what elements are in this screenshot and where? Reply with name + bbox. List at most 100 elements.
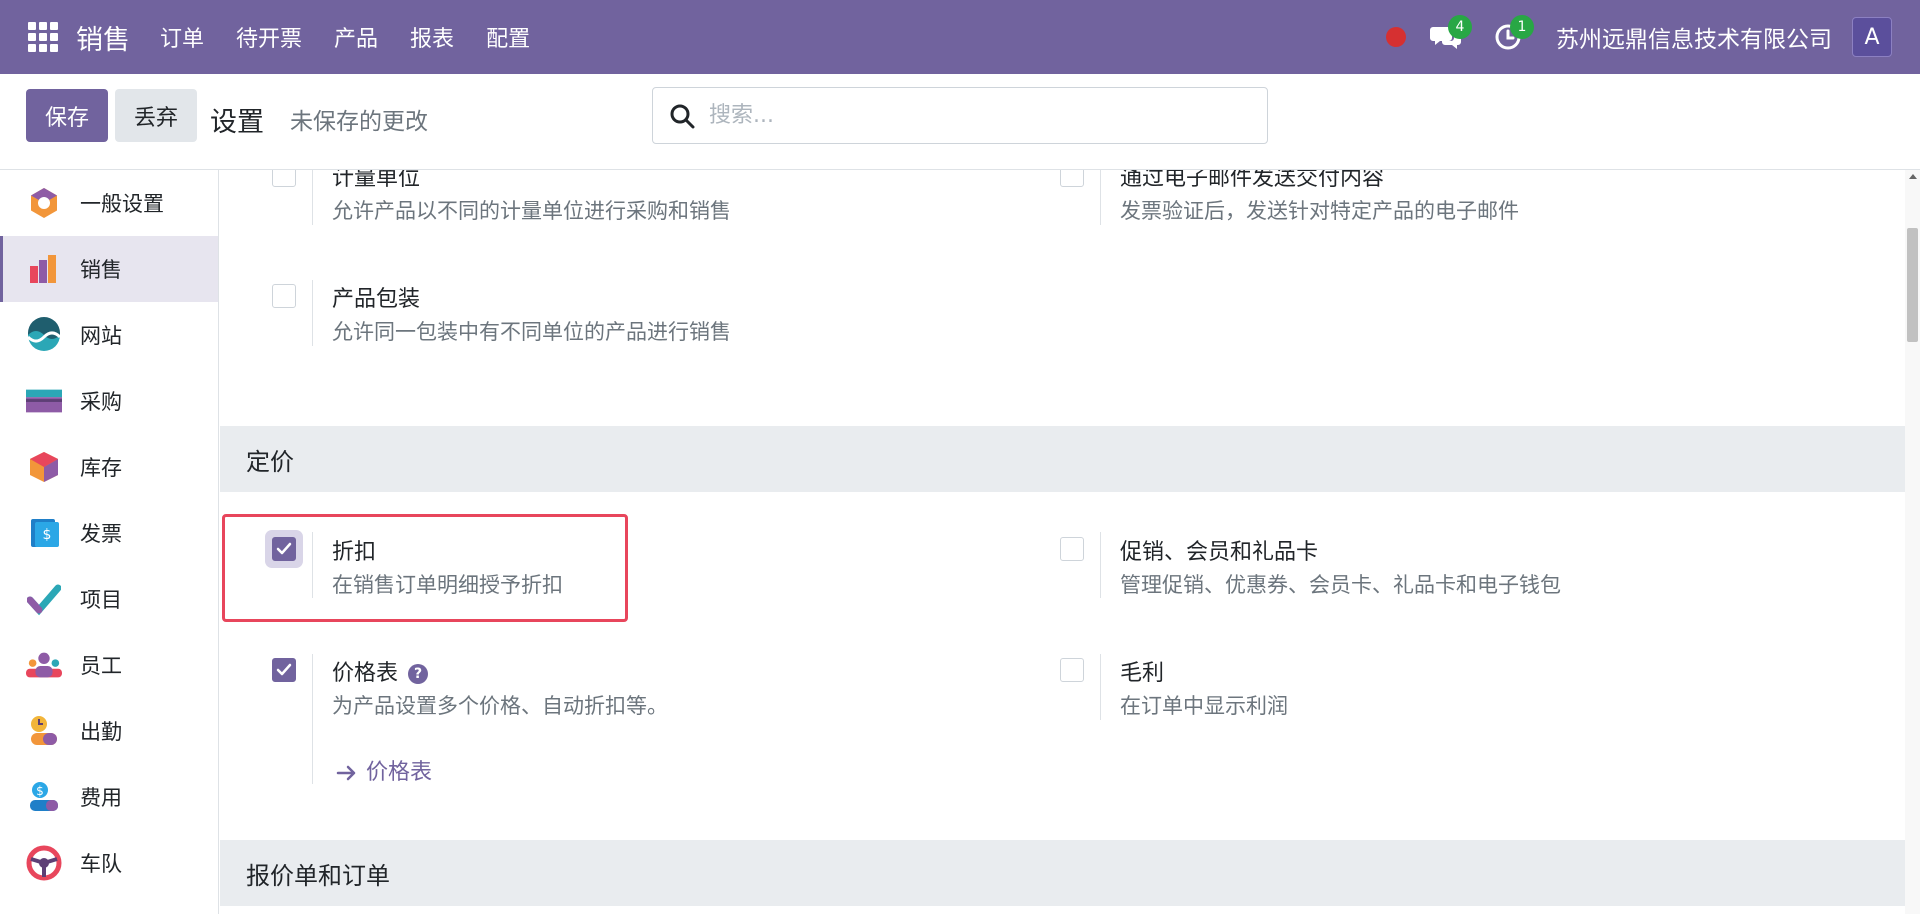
sidebar-item-label: 发票 — [80, 522, 122, 546]
discard-button[interactable]: 丢弃 — [115, 89, 197, 142]
uom-title: 计量单位 — [332, 170, 421, 191]
pricelist-title: 价格表? — [332, 655, 429, 687]
divider — [312, 170, 313, 225]
uom-checkbox[interactable] — [272, 170, 296, 187]
status-dot-icon[interactable] — [1386, 27, 1406, 47]
sidebar-item-label: 销售 — [80, 258, 122, 282]
company-switcher[interactable]: 苏州远鼎信息技术有限公司 — [1556, 20, 1832, 54]
packaging-checkbox[interactable] — [272, 284, 296, 308]
sidebar-item-fleet[interactable]: 车队 — [0, 830, 218, 896]
svg-text:$: $ — [36, 784, 44, 798]
divider — [1100, 654, 1101, 720]
pricelist-description: 为产品设置多个价格、自动折扣等。 — [332, 694, 668, 718]
invoicing-icon: $ — [26, 515, 62, 551]
menu-configuration[interactable]: 配置 — [486, 21, 530, 53]
sales-icon — [26, 251, 62, 287]
sidebar-item-label: 车队 — [80, 852, 122, 876]
sidebar-item-attendance[interactable]: 出勤 — [0, 698, 218, 764]
unsaved-changes-text: 未保存的更改 — [290, 109, 428, 135]
navbar-systray: 4 1 苏州远鼎信息技术有限公司 A — [1386, 0, 1920, 74]
pricelist-checkbox[interactable] — [272, 658, 296, 682]
messages-button[interactable]: 4 — [1426, 15, 1472, 57]
fleet-icon — [26, 845, 62, 881]
sidebar-item-employees[interactable]: 员工 — [0, 632, 218, 698]
pricelist-link[interactable]: 价格表 — [336, 754, 432, 786]
check-icon — [276, 542, 292, 555]
scrollbar-thumb[interactable] — [1907, 228, 1918, 342]
divider — [1100, 170, 1101, 225]
email-delivery-checkbox[interactable] — [1060, 170, 1084, 187]
check-icon — [276, 663, 292, 676]
search-icon — [670, 104, 695, 128]
scroll-up-arrow-icon[interactable] — [1909, 174, 1917, 179]
section-quotations-orders: 报价单和订单 — [220, 840, 1905, 906]
app-brand[interactable]: 销售 — [76, 18, 130, 57]
general-settings-icon — [26, 185, 62, 221]
sidebar-item-expenses[interactable]: $ 费用 — [0, 764, 218, 830]
pricelist-title-text: 价格表 — [332, 661, 399, 686]
attendance-icon — [26, 713, 62, 749]
control-panel: 保存 丢弃 设置 未保存的更改 — [0, 74, 1920, 170]
menu-products[interactable]: 产品 — [334, 21, 378, 53]
employees-icon — [26, 647, 62, 683]
packaging-title: 产品包装 — [332, 287, 421, 312]
pricelist-link-label: 价格表 — [366, 760, 433, 785]
search-bar — [652, 87, 1268, 144]
sidebar-item-website[interactable]: 网站 — [0, 302, 218, 368]
menu-to-invoice[interactable]: 待开票 — [236, 21, 302, 53]
activities-button[interactable]: 1 — [1488, 15, 1534, 57]
email-delivery-title: 通过电子邮件发送交付内容 — [1120, 170, 1385, 191]
discount-description: 在销售订单明细授予折扣 — [332, 573, 563, 597]
discount-title: 折扣 — [332, 540, 377, 565]
divider — [312, 280, 313, 346]
activities-count-badge: 1 — [1510, 15, 1534, 39]
sidebar-item-label: 库存 — [80, 456, 122, 480]
packaging-description: 允许同一包装中有不同单位的产品进行销售 — [332, 320, 731, 344]
purchase-icon — [26, 383, 62, 419]
menu-orders[interactable]: 订单 — [160, 21, 204, 53]
sidebar-item-sales[interactable]: 销售 — [0, 236, 218, 302]
email-delivery-description: 发票验证后，发送针对特定产品的电子邮件 — [1120, 199, 1519, 223]
apps-menu-icon[interactable] — [28, 22, 58, 52]
margins-title: 毛利 — [1120, 661, 1165, 686]
messages-count-badge: 4 — [1448, 15, 1472, 39]
user-avatar[interactable]: A — [1852, 17, 1892, 57]
sidebar-item-inventory[interactable]: 库存 — [0, 434, 218, 500]
help-icon[interactable]: ? — [408, 664, 429, 684]
search-input[interactable] — [709, 103, 1249, 128]
sidebar-item-label: 出勤 — [80, 720, 122, 744]
sidebar-item-project[interactable]: 项目 — [0, 566, 218, 632]
svg-text:$: $ — [43, 527, 52, 543]
divider — [1100, 532, 1101, 598]
sidebar-item-invoicing[interactable]: $ 发票 — [0, 500, 218, 566]
top-navbar: 销售 订单 待开票 产品 报表 配置 4 1 苏州远鼎信息技术有限公司 A — [0, 0, 1920, 74]
promotions-checkbox[interactable] — [1060, 537, 1084, 561]
section-pricing: 定价 — [220, 426, 1905, 492]
discount-checkbox[interactable] — [272, 537, 296, 561]
page-title: 设置 — [210, 107, 264, 138]
save-button[interactable]: 保存 — [26, 89, 108, 142]
menu-reporting[interactable]: 报表 — [410, 21, 454, 53]
expenses-icon: $ — [26, 779, 62, 815]
sidebar-item-label: 一般设置 — [80, 192, 164, 216]
promotions-description: 管理促销、优惠券、会员卡、礼品卡和电子钱包 — [1120, 573, 1561, 597]
margins-checkbox[interactable] — [1060, 658, 1084, 682]
sidebar-item-label: 网站 — [80, 324, 122, 348]
settings-content: 计量单位 允许产品以不同的计量单位进行采购和销售 通过电子邮件发送交付内容 发票… — [220, 170, 1905, 914]
sidebar-item-label: 采购 — [80, 390, 122, 414]
inventory-icon — [26, 449, 62, 485]
website-icon — [26, 317, 62, 353]
margins-description: 在订单中显示利润 — [1120, 694, 1288, 718]
sidebar-item-label: 项目 — [80, 588, 122, 612]
arrow-right-icon — [336, 765, 356, 781]
settings-sidebar: 一般设置 销售 网站 采购 库存 $ 发票 项目 员工 出勤 $ 费用 车队 — [0, 170, 219, 914]
sidebar-item-general-settings[interactable]: 一般设置 — [0, 170, 218, 236]
promotions-title: 促销、会员和礼品卡 — [1120, 540, 1319, 565]
uom-description: 允许产品以不同的计量单位进行采购和销售 — [332, 199, 731, 223]
sidebar-item-label: 员工 — [80, 654, 122, 678]
divider — [312, 654, 313, 784]
project-icon — [26, 581, 62, 617]
divider — [312, 532, 313, 598]
sidebar-item-label: 费用 — [80, 786, 122, 810]
sidebar-item-purchase[interactable]: 采购 — [0, 368, 218, 434]
